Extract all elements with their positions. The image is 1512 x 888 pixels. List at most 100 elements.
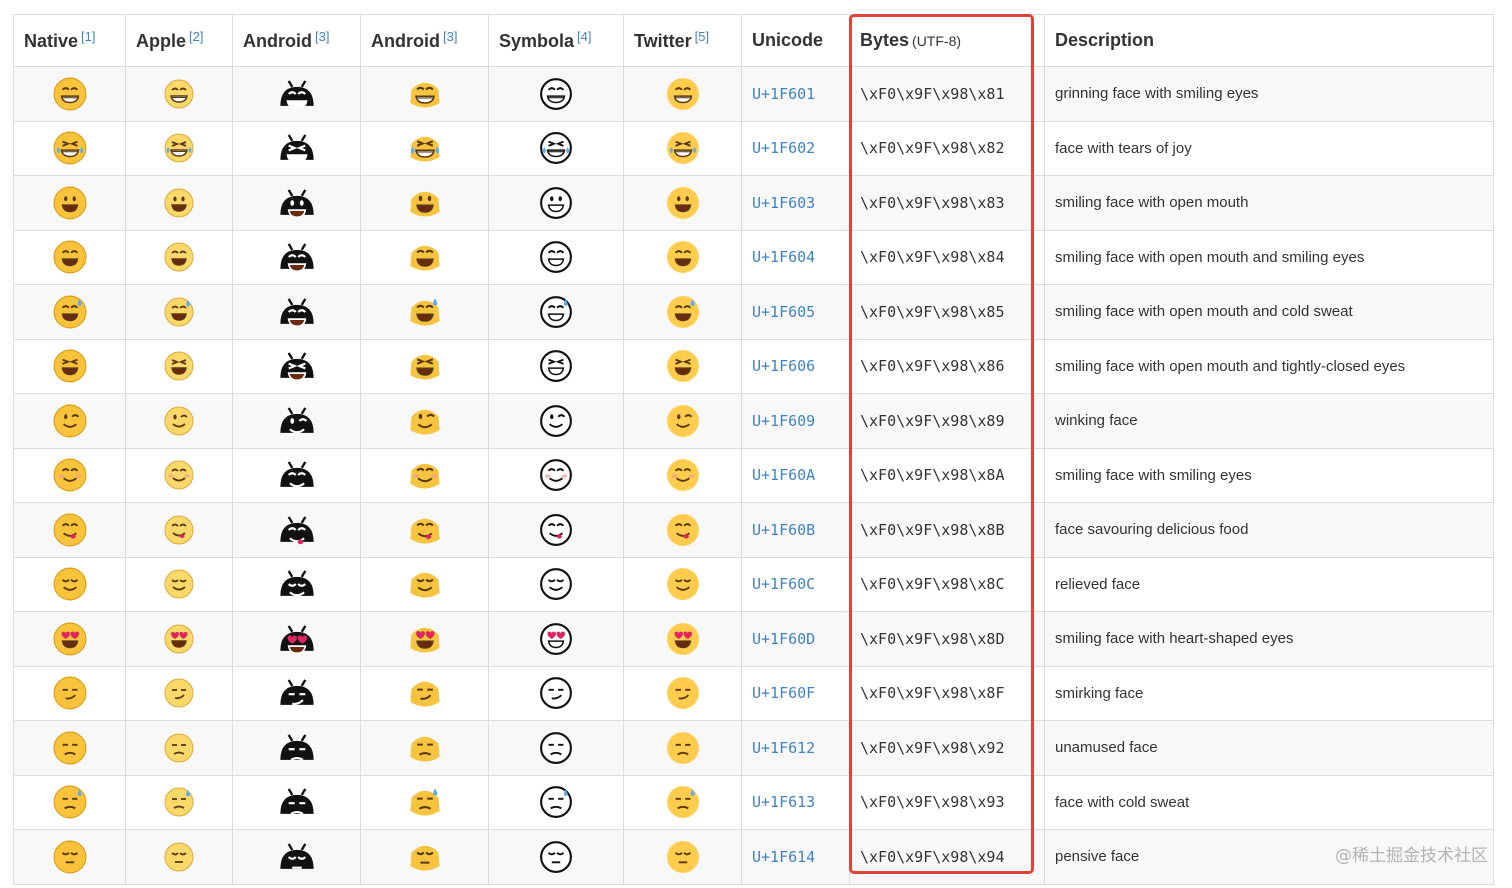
native-emoji-cell <box>13 775 126 830</box>
utf8-bytes-cell: \xF0\x9F\x98\x82 <box>849 121 1045 176</box>
grinning-face-with-smiling-eyes-icon <box>666 77 700 111</box>
native-emoji-cell <box>13 175 126 231</box>
symbola-emoji-cell <box>488 230 624 285</box>
face-with-tears-of-joy-icon <box>666 131 700 165</box>
ref-link-android-1[interactable]: [3] <box>315 29 329 44</box>
unamused-face-icon <box>666 731 700 765</box>
relieved-face-icon <box>163 568 195 600</box>
face-savouring-food-icon <box>53 513 87 547</box>
twitter-emoji-cell <box>623 611 742 667</box>
heart-eyes-face-icon <box>539 622 573 656</box>
ref-link-symbola[interactable]: [4] <box>577 29 591 44</box>
native-emoji-cell <box>13 666 126 721</box>
apple-emoji-cell <box>125 829 233 885</box>
unicode-link[interactable]: U+1F604 <box>741 230 850 285</box>
android1-emoji-cell <box>232 393 361 449</box>
twitter-emoji-cell <box>623 175 742 231</box>
symbola-emoji-cell <box>488 611 624 667</box>
header-symbola: Symbola [4] <box>488 14 624 67</box>
heart-eyes-face-icon <box>666 622 700 656</box>
twitter-emoji-cell <box>623 339 742 394</box>
table-row: U+1F606 \xF0\x9F\x98\x86 smiling face with… <box>13 339 1494 394</box>
smiling-face-open-mouth-cold-sweat-icon <box>278 293 316 331</box>
smiling-face-with-smiling-eyes-icon <box>539 458 573 492</box>
unicode-link[interactable]: U+1F601 <box>741 66 850 122</box>
table-body: U+1F601 \xF0\x9F\x98\x81 grinning face wit… <box>13 66 1494 885</box>
utf8-bytes-cell: \xF0\x9F\x98\x8F <box>849 666 1045 721</box>
android2-emoji-cell <box>360 284 489 340</box>
unicode-link[interactable]: U+1F602 <box>741 121 850 176</box>
unicode-link[interactable]: U+1F603 <box>741 175 850 231</box>
symbola-emoji-cell <box>488 775 624 830</box>
twitter-emoji-cell <box>623 448 742 503</box>
face-with-cold-sweat-icon <box>407 784 443 820</box>
smiling-face-open-mouth-closed-eyes-icon <box>163 350 195 382</box>
table-row: U+1F601 \xF0\x9F\x98\x81 grinning face wit… <box>13 66 1494 122</box>
unicode-link[interactable]: U+1F614 <box>741 829 850 885</box>
table-row: U+1F60C \xF0\x9F\x98\x8C relieved face <box>13 557 1494 612</box>
winking-face-icon <box>278 402 316 440</box>
unicode-link[interactable]: U+1F605 <box>741 284 850 340</box>
android2-emoji-cell <box>360 557 489 612</box>
android1-emoji-cell <box>232 666 361 721</box>
ref-link-native[interactable]: [1] <box>81 29 95 44</box>
twitter-emoji-cell <box>623 66 742 122</box>
face-with-cold-sweat-icon <box>53 785 87 819</box>
smiling-face-open-mouth-cold-sweat-icon <box>53 295 87 329</box>
grinning-face-with-smiling-eyes-icon <box>407 76 443 112</box>
table-row: U+1F603 \xF0\x9F\x98\x83 smiling face with… <box>13 175 1494 231</box>
utf8-bytes-cell: \xF0\x9F\x98\x81 <box>849 66 1045 122</box>
ref-link-apple[interactable]: [2] <box>189 29 203 44</box>
utf8-bytes-cell: \xF0\x9F\x98\x8A <box>849 448 1045 503</box>
native-emoji-cell <box>13 611 126 667</box>
unicode-link[interactable]: U+1F60C <box>741 557 850 612</box>
symbola-emoji-cell <box>488 829 624 885</box>
heart-eyes-face-icon <box>278 620 316 658</box>
unicode-link[interactable]: U+1F613 <box>741 775 850 830</box>
symbola-emoji-cell <box>488 502 624 558</box>
native-emoji-cell <box>13 121 126 176</box>
utf8-bytes-cell: \xF0\x9F\x98\x93 <box>849 775 1045 830</box>
android1-emoji-cell <box>232 66 361 122</box>
description-cell: face with cold sweat <box>1044 775 1494 830</box>
face-savouring-food-icon <box>666 513 700 547</box>
android2-emoji-cell <box>360 175 489 231</box>
android1-emoji-cell <box>232 829 361 885</box>
smiling-face-open-mouth-closed-eyes-icon <box>53 349 87 383</box>
twitter-emoji-cell <box>623 230 742 285</box>
symbola-emoji-cell <box>488 666 624 721</box>
unicode-link[interactable]: U+1F60B <box>741 502 850 558</box>
watermark: @稀土掘金技术社区 <box>1335 846 1488 866</box>
ref-link-android-2[interactable]: [3] <box>443 29 457 44</box>
android2-emoji-cell <box>360 829 489 885</box>
unicode-link[interactable]: U+1F612 <box>741 720 850 776</box>
winking-face-icon <box>539 404 573 438</box>
smiling-face-with-open-mouth-icon <box>666 186 700 220</box>
table-row: U+1F614 \xF0\x9F\x98\x94 pensive face <box>13 829 1494 885</box>
ref-link-twitter[interactable]: [5] <box>695 29 709 44</box>
unicode-link[interactable]: U+1F60A <box>741 448 850 503</box>
description-cell: face with tears of joy <box>1044 121 1494 176</box>
utf8-bytes-cell: \xF0\x9F\x98\x85 <box>849 284 1045 340</box>
native-emoji-cell <box>13 829 126 885</box>
apple-emoji-cell <box>125 284 233 340</box>
smiling-face-open-mouth-closed-eyes-icon <box>539 349 573 383</box>
native-emoji-cell <box>13 284 126 340</box>
utf8-bytes-cell: \xF0\x9F\x98\x83 <box>849 175 1045 231</box>
smiling-face-open-mouth-cold-sweat-icon <box>666 295 700 329</box>
twitter-emoji-cell <box>623 720 742 776</box>
apple-emoji-cell <box>125 720 233 776</box>
twitter-emoji-cell <box>623 284 742 340</box>
unamused-face-icon <box>539 731 573 765</box>
header-native: Native [1] <box>13 14 126 67</box>
unicode-link[interactable]: U+1F609 <box>741 393 850 449</box>
unicode-link[interactable]: U+1F606 <box>741 339 850 394</box>
face-with-tears-of-joy-icon <box>53 131 87 165</box>
native-emoji-cell <box>13 502 126 558</box>
android1-emoji-cell <box>232 230 361 285</box>
twitter-emoji-cell <box>623 666 742 721</box>
android1-emoji-cell <box>232 175 361 231</box>
smiling-face-with-open-mouth-icon <box>539 186 573 220</box>
unicode-link[interactable]: U+1F60F <box>741 666 850 721</box>
unicode-link[interactable]: U+1F60D <box>741 611 850 667</box>
